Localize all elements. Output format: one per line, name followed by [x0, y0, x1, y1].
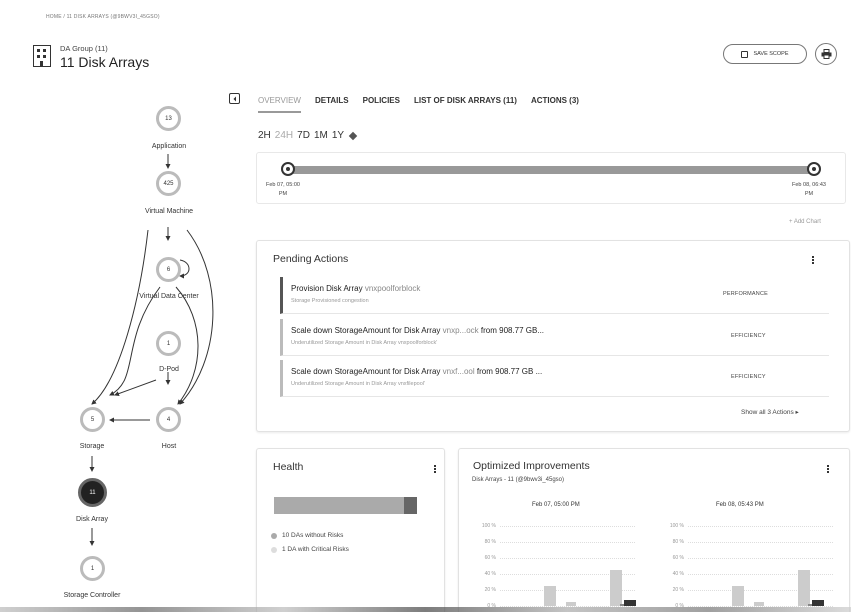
node-label-virtual-machine: Virtual Machine: [144, 208, 194, 215]
gridline: [500, 558, 635, 559]
node-label-d-pod: D-Pod: [159, 366, 179, 373]
action-category: PERFORMANCE: [723, 291, 768, 297]
chart-bar[interactable]: [812, 599, 824, 606]
node-label-host: Host: [161, 443, 177, 450]
chart-bar[interactable]: [544, 586, 556, 606]
node-virtual-data-center[interactable]: 6: [156, 257, 181, 282]
action-row[interactable]: Provision Disk Array vnxpoolforblock Sto…: [280, 277, 829, 314]
y-tick-label: 60 %: [484, 555, 496, 561]
action-category: EFFICIENCY: [731, 333, 766, 339]
timeline-start-handle[interactable]: [281, 162, 295, 176]
gridline: [688, 574, 833, 575]
tab-bar: OVERVIEW DETAILS POLICIES LIST OF DISK A…: [258, 96, 579, 113]
timeline-end-handle[interactable]: [807, 162, 821, 176]
node-d-pod[interactable]: 1: [156, 331, 181, 356]
add-chart-link[interactable]: + Add Chart: [789, 219, 821, 225]
timeline-start-label: Feb 07, 05:00 PM: [266, 182, 300, 197]
health-title: Health: [273, 461, 304, 473]
action-row[interactable]: Scale down StorageAmount for Disk Array …: [280, 360, 829, 397]
tab-details[interactable]: DETAILS: [315, 96, 349, 113]
bottom-edge: [0, 607, 851, 612]
node-virtual-machine[interactable]: 425: [156, 171, 181, 196]
y-tick-label: 20 %: [672, 587, 684, 593]
save-icon: [741, 50, 749, 58]
chart-bar[interactable]: [624, 599, 636, 606]
y-tick-label: 100 %: [481, 523, 496, 529]
legend-swatch: [271, 546, 277, 553]
time-range-selector: 2H 24H 7D 1M 1Y: [258, 130, 358, 141]
node-application[interactable]: 13: [156, 106, 181, 131]
tab-list-of-disk-arrays[interactable]: LIST OF DISK ARRAYS (11): [414, 96, 517, 113]
printer-icon: [821, 49, 831, 59]
y-tick-label: 20 %: [484, 587, 496, 593]
chart-bar[interactable]: [610, 570, 622, 606]
gridline: [500, 526, 635, 527]
range-24h[interactable]: 24H: [275, 130, 293, 141]
chart-bar[interactable]: [798, 570, 810, 606]
chart-bar[interactable]: [754, 602, 764, 606]
legend-swatch: [271, 532, 277, 539]
gridline: [688, 542, 833, 543]
action-category: EFFICIENCY: [731, 374, 766, 380]
more-options-icon[interactable]: [827, 465, 829, 474]
y-tick-label: 80 %: [484, 539, 496, 545]
node-label-application: Application: [151, 143, 187, 150]
node-label-storage-controller: Storage Controller: [63, 592, 121, 599]
range-2h[interactable]: 2H: [258, 130, 271, 141]
chart-title-after: Feb 08, 05:43 PM: [716, 502, 764, 508]
more-options-icon[interactable]: [812, 256, 814, 265]
node-label-virtual-data-center: Virtual Data Center: [139, 293, 199, 300]
print-button[interactable]: [815, 43, 837, 65]
y-tick-label: 60 %: [672, 555, 684, 561]
tab-policies[interactable]: POLICIES: [363, 96, 400, 113]
chevron-left-icon: [233, 96, 236, 101]
health-bar[interactable]: [274, 497, 417, 514]
supply-chain-edges: [89, 154, 214, 546]
collapse-panel-button[interactable]: [229, 93, 240, 104]
optimized-title: Optimized Improvements: [473, 460, 590, 472]
node-storage[interactable]: 5: [80, 407, 105, 432]
node-storage-controller[interactable]: 1: [80, 556, 105, 581]
node-label-storage: Storage: [79, 443, 105, 450]
health-bar-critical: [404, 497, 417, 514]
range-1y[interactable]: 1Y: [332, 130, 344, 141]
action-row[interactable]: Scale down StorageAmount for Disk Array …: [280, 319, 829, 356]
legend-item: 1 DA with Critical Risks: [271, 546, 349, 553]
pending-actions-title: Pending Actions: [273, 253, 349, 265]
y-tick-label: 40 %: [484, 571, 496, 577]
node-disk-array[interactable]: 11: [78, 478, 107, 507]
gridline: [688, 590, 833, 591]
save-scope-button[interactable]: SAVE SCOPE: [723, 44, 807, 64]
health-card: Health: [256, 448, 445, 612]
show-all-actions-link[interactable]: Show all 3 Actions ▸: [741, 408, 799, 416]
y-tick-label: 80 %: [672, 539, 684, 545]
tab-actions[interactable]: ACTIONS (3): [531, 96, 579, 113]
timeline-panel: [256, 152, 846, 204]
node-host[interactable]: 4: [156, 407, 181, 432]
optimized-improvements-card: Optimized Improvements: [458, 448, 850, 612]
timeline-track[interactable]: [287, 166, 813, 174]
gridline: [688, 526, 833, 527]
tab-overview[interactable]: OVERVIEW: [258, 96, 301, 113]
node-label-disk-array: Disk Array: [76, 516, 108, 523]
chart-bar[interactable]: [732, 586, 744, 606]
legend-item: 10 DAs without Risks: [271, 532, 343, 539]
more-options-icon[interactable]: [434, 465, 436, 474]
gridline: [500, 542, 635, 543]
timeline-end-label: Feb 08, 06:43 PM: [792, 182, 826, 197]
y-tick-label: 100 %: [669, 523, 684, 529]
diamond-icon[interactable]: [348, 131, 358, 140]
range-7d[interactable]: 7D: [297, 130, 310, 141]
chart-bar[interactable]: [566, 602, 576, 606]
y-tick-label: 40 %: [672, 571, 684, 577]
optimized-subtitle: Disk Arrays - 11 (@9bwv3i_45gso): [472, 477, 565, 483]
gridline: [688, 558, 833, 559]
range-1m[interactable]: 1M: [314, 130, 328, 141]
chart-title-before: Feb 07, 05:00 PM: [532, 502, 580, 508]
